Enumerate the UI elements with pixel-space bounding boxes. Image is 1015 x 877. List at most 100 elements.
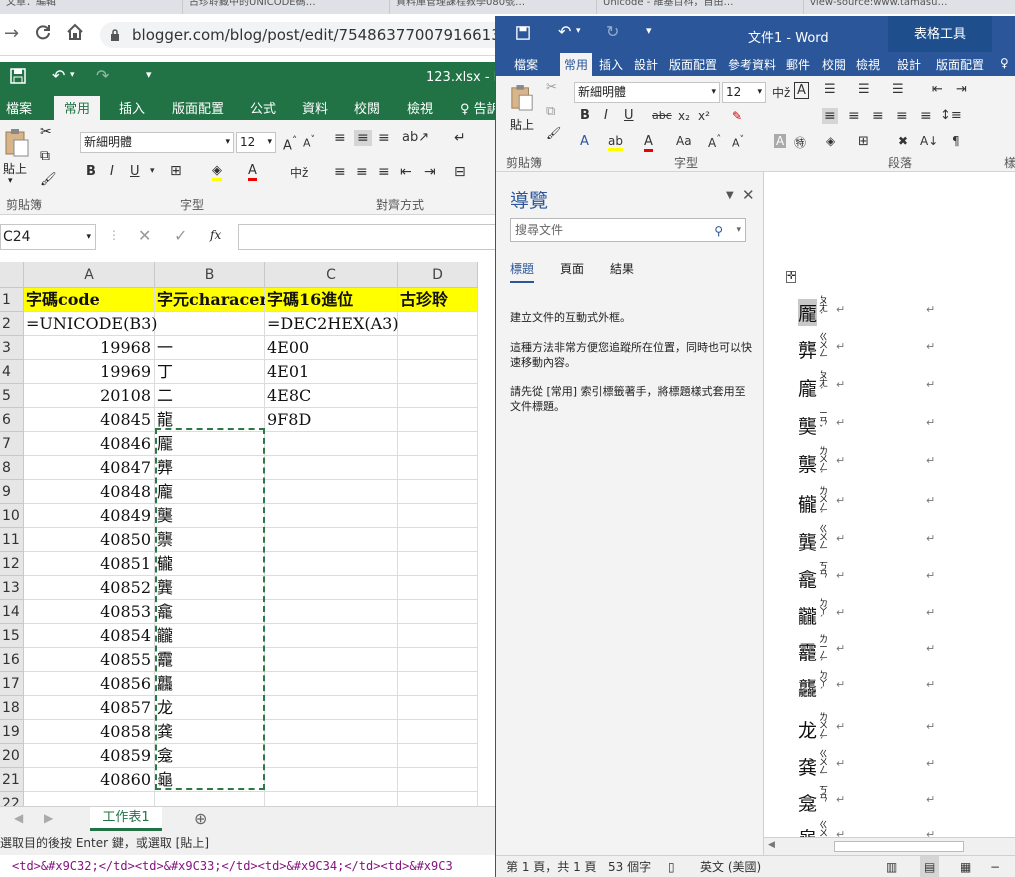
bold-button[interactable]: B [86, 164, 96, 179]
cell[interactable]: 40859 [24, 744, 155, 768]
browser-tab[interactable]: 古珍聆藏中的UNICODE碼… [182, 0, 387, 14]
font-name-select[interactable]: 新細明體 ▾ [80, 132, 234, 153]
tab-layout[interactable]: 版面配置 [669, 56, 717, 73]
document-character[interactable]: 龑 [798, 412, 817, 439]
cell[interactable]: 40847 [24, 456, 155, 480]
tab-page-layout[interactable]: 版面配置 [172, 98, 224, 117]
tab-home[interactable]: 常用 [54, 96, 101, 120]
tab-view[interactable]: 檢視 [856, 56, 880, 73]
cell[interactable]: 40848 [24, 480, 155, 504]
row-header[interactable]: 14 [0, 600, 24, 624]
justify-icon[interactable]: ≡ [896, 108, 908, 124]
home-icon[interactable] [66, 23, 84, 41]
cell[interactable]: 40855 [24, 648, 155, 672]
cell[interactable] [398, 720, 478, 744]
phonetic-guide-icon[interactable]: 中ž [772, 84, 790, 101]
tab-review[interactable]: 校閱 [822, 56, 846, 73]
row-header[interactable]: 15 [0, 624, 24, 648]
row-header[interactable]: 7 [0, 432, 24, 456]
cell[interactable] [265, 768, 398, 792]
shading-icon[interactable]: ◈ [826, 134, 835, 148]
multilevel-list-icon[interactable]: ☰ [892, 82, 904, 97]
cell[interactable]: 40858 [24, 720, 155, 744]
cell[interactable] [398, 648, 478, 672]
customize-icon[interactable]: ▾ [146, 68, 152, 81]
orientation-icon[interactable]: ab↗ [402, 130, 429, 145]
add-sheet-icon[interactable]: ⊕ [194, 809, 207, 828]
read-mode-icon[interactable]: ▥ [886, 856, 897, 877]
document-character[interactable]: 龗 [798, 638, 817, 665]
cell[interactable] [398, 672, 478, 696]
align-center-icon[interactable]: ≡ [356, 164, 368, 180]
tab-file[interactable]: 檔案 [514, 56, 538, 73]
cut-icon[interactable]: ✂ [546, 80, 557, 95]
cell[interactable] [398, 552, 478, 576]
cell[interactable] [265, 480, 398, 504]
cell[interactable] [265, 504, 398, 528]
cell[interactable]: 龙 [155, 696, 265, 720]
cell[interactable] [265, 648, 398, 672]
row-header[interactable]: 17 [0, 672, 24, 696]
cell[interactable]: 龘 [155, 672, 265, 696]
cell[interactable]: 龐 [155, 480, 265, 504]
document-character[interactable]: 龚 [798, 753, 817, 780]
cell[interactable]: =DEC2HEX(A3) [265, 312, 399, 336]
align-right-icon[interactable]: ≡ [378, 164, 390, 180]
browser-tab[interactable]: 文章：編輯 [0, 0, 180, 14]
proofing-icon[interactable]: ▯ [668, 856, 675, 877]
row-header[interactable]: 19 [0, 720, 24, 744]
decrease-indent-icon[interactable]: ⇤ [400, 164, 412, 180]
document-character[interactable]: 龔 [798, 528, 817, 555]
cell[interactable]: 40854 [24, 624, 155, 648]
row-header[interactable]: 2 [0, 312, 24, 336]
asian-layout-icon[interactable]: ✖ [898, 134, 908, 148]
cell[interactable]: 40857 [24, 696, 155, 720]
cell[interactable] [398, 360, 478, 384]
tab-design[interactable]: 設計 [634, 56, 658, 73]
cell[interactable]: 龛 [155, 744, 265, 768]
increase-indent-icon[interactable]: ⇥ [956, 82, 967, 97]
cancel-icon[interactable]: ✕ [138, 226, 151, 245]
shrink-font-icon[interactable]: A˅ [303, 134, 315, 150]
cell[interactable]: 龖 [155, 624, 265, 648]
formula-input[interactable] [238, 224, 500, 250]
chevron-down-icon[interactable]: ▾ [150, 166, 155, 176]
paste-icon[interactable] [4, 128, 30, 158]
cell[interactable] [398, 432, 478, 456]
tell-me[interactable]: ♀ 告訴 [460, 98, 500, 117]
row-header[interactable]: 11 [0, 528, 24, 552]
cell[interactable]: 40849 [24, 504, 155, 528]
cell[interactable]: =UNICODE(B3) [24, 312, 158, 336]
cell[interactable]: 40850 [24, 528, 155, 552]
row-header[interactable]: 6 [0, 408, 24, 432]
subscript-button[interactable]: x₂ [678, 109, 690, 123]
cell[interactable]: 龔 [155, 576, 265, 600]
document-page[interactable]: ✛ 龎ㄆㄤˊ ↵ ↵ 龏ㄍㄨㄥ ↵ ↵ 龐ㄆㄤˊ ↵ ↵ 龑ㄧㄢˇ ↵ ↵ 龒ㄌㄨㄥˊ ↵ ↵ 龓ㄌㄨㄥˊ ↵ ↵… [764, 172, 1015, 855]
browser-tab[interactable]: 資料庫管理課程教學080號… [389, 0, 594, 14]
save-icon[interactable] [516, 26, 530, 40]
cell[interactable]: 40846 [24, 432, 155, 456]
font-size-select[interactable]: 12 ▾ [722, 82, 766, 103]
cell[interactable]: 龜 [155, 768, 265, 792]
font-color-icon[interactable]: A [248, 163, 257, 181]
highlight-icon[interactable]: ab [608, 134, 623, 151]
cell[interactable] [24, 792, 155, 806]
cell[interactable] [265, 792, 398, 806]
format-painter-icon[interactable]: 🖌 [546, 126, 561, 140]
tab-insert[interactable]: 插入 [599, 56, 623, 73]
copy-icon[interactable]: ⧉ [546, 104, 555, 119]
cell[interactable]: 40860 [24, 768, 155, 792]
save-icon[interactable] [10, 68, 26, 84]
scrollbar-thumb[interactable] [834, 841, 964, 852]
row-header[interactable]: 10 [0, 504, 24, 528]
cell[interactable]: 字碼code [24, 288, 155, 312]
bullets-icon[interactable]: ☰ [824, 82, 836, 97]
cell[interactable]: 20108 [24, 384, 155, 408]
dropdown-icon[interactable]: ▾ [70, 70, 75, 80]
address-bar[interactable]: blogger.com/blog/post/edit/7548637700791… [100, 22, 520, 48]
undo-icon[interactable]: ↶ [52, 66, 65, 85]
strikethrough-button[interactable]: abc [652, 109, 672, 122]
cut-icon[interactable]: ✂ [40, 124, 52, 140]
cell[interactable] [398, 456, 478, 480]
close-icon[interactable]: ✕ [742, 186, 755, 204]
